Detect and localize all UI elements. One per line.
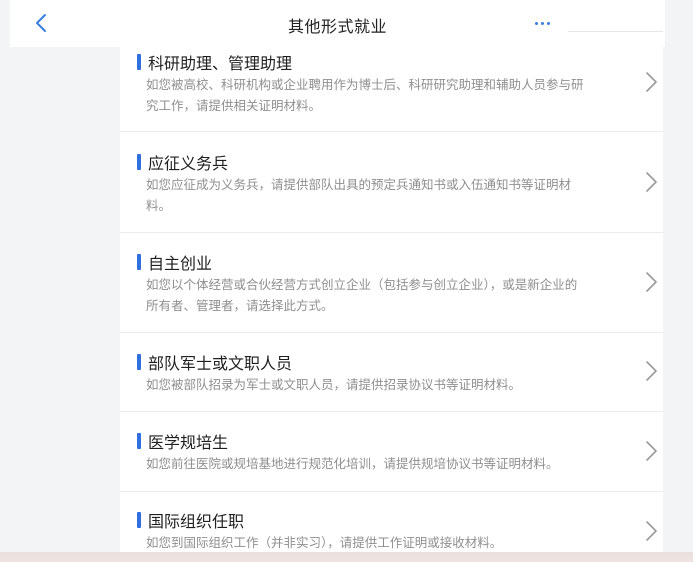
list-item-desc: 如您应征成为义务兵，请提供部队出具的预定兵通知书或入伍通知书等证明材 料。 — [146, 174, 608, 216]
divider — [568, 31, 663, 32]
list-item-medical-residency[interactable]: 医学规培生 如您前往医院或规培基地进行规范化培训，请提供规培协议书等证明材料。 — [120, 412, 663, 491]
list-item-title-text: 应征义务兵 — [148, 154, 229, 173]
title-marker — [137, 254, 141, 270]
page-title: 其他形式就业 — [287, 17, 387, 36]
desc-line: 料。 — [146, 198, 172, 213]
chevron-right-icon — [646, 361, 657, 381]
list-item-desc: 如您前往医院或规培基地进行规范化培训，请提供规培协议书等证明材料。 — [146, 453, 608, 474]
list-item-military-service[interactable]: 应征义务兵 如您应征成为义务兵，请提供部队出具的预定兵通知书或入伍通知书等证明材… — [120, 132, 663, 232]
chevron-right-icon — [646, 72, 657, 92]
ellipsis-icon[interactable] — [534, 21, 538, 25]
title-marker — [137, 154, 141, 170]
desc-line: 如您到国际组织工作（并非实习），请提供工作证明或接收材料。 — [146, 535, 503, 550]
title-marker — [137, 54, 141, 70]
employment-type-list: 科研助理、管理助理 如您被高校、科研机构或企业聘用作为博士后、科研研究助理和辅助… — [120, 47, 663, 552]
list-item-title: 部队军士或文职人员 — [137, 350, 292, 374]
list-item-international-organization[interactable]: 国际组织任职 如您到国际组织工作（并非实习），请提供工作证明或接收材料。 — [120, 492, 663, 552]
title-marker — [137, 433, 141, 449]
desc-line: 所有者、管理者，请选择此方式。 — [146, 298, 334, 313]
more-button[interactable] — [530, 10, 554, 36]
desc-line: 究工作，请提供相关证明材料。 — [146, 98, 322, 113]
desc-line: 如您以个体经营或合伙经营方式创立企业（包括参与创立企业），或是新企业的 — [146, 277, 578, 292]
list-item-desc: 如您以个体经营或合伙经营方式创立企业（包括参与创立企业），或是新企业的 所有者、… — [146, 274, 608, 316]
chevron-right-icon — [646, 172, 657, 192]
list-item-title: 科研助理、管理助理 — [137, 50, 292, 74]
chevron-right-icon — [646, 272, 657, 292]
list-item-title-text: 国际组织任职 — [148, 512, 245, 531]
list-item-self-employment[interactable]: 自主创业 如您以个体经营或合伙经营方式创立企业（包括参与创立企业），或是新企业的… — [120, 233, 663, 332]
chevron-right-icon — [646, 521, 657, 541]
list-item-title: 医学规培生 — [137, 429, 228, 453]
list-item-research-assistant[interactable]: 科研助理、管理助理 如您被高校、科研机构或企业聘用作为博士后、科研研究助理和辅助… — [120, 47, 663, 131]
list-item-desc: 如您到国际组织工作（并非实习），请提供工作证明或接收材料。 — [146, 532, 608, 552]
bottom-edge — [0, 552, 693, 562]
desc-line: 如您前往医院或规培基地进行规范化培训，请提供规培协议书等证明材料。 — [146, 456, 559, 471]
list-item-title: 应征义务兵 — [137, 150, 228, 174]
title-marker — [137, 512, 141, 528]
list-item-desc: 如您被部队招录为军士或文职人员，请提供招录协议书等证明材料。 — [146, 374, 608, 395]
title-marker — [137, 354, 141, 370]
list-item-title-text: 科研助理、管理助理 — [148, 54, 293, 73]
list-item-title: 国际组织任职 — [137, 508, 244, 532]
nav-bar: 其他形式就业 — [10, 0, 665, 47]
list-item-title-text: 医学规培生 — [148, 433, 229, 452]
chevron-right-icon — [646, 441, 657, 461]
list-item-title-text: 部队军士或文职人员 — [148, 354, 293, 373]
desc-line: 如您应征成为义务兵，请提供部队出具的预定兵通知书或入伍通知书等证明材 — [146, 177, 572, 192]
list-item-title-text: 自主创业 — [148, 254, 213, 273]
list-item-desc: 如您被高校、科研机构或企业聘用作为博士后、科研研究助理和辅助人员参与研 究工作，… — [146, 74, 608, 116]
list-item-military-civilian-staff[interactable]: 部队军士或文职人员 如您被部队招录为军士或文职人员，请提供招录协议书等证明材料。 — [120, 333, 663, 411]
desc-line: 如您被部队招录为军士或文职人员，请提供招录协议书等证明材料。 — [146, 377, 522, 392]
list-item-title: 自主创业 — [137, 250, 212, 274]
desc-line: 如您被高校、科研机构或企业聘用作为博士后、科研研究助理和辅助人员参与研 — [146, 77, 584, 92]
